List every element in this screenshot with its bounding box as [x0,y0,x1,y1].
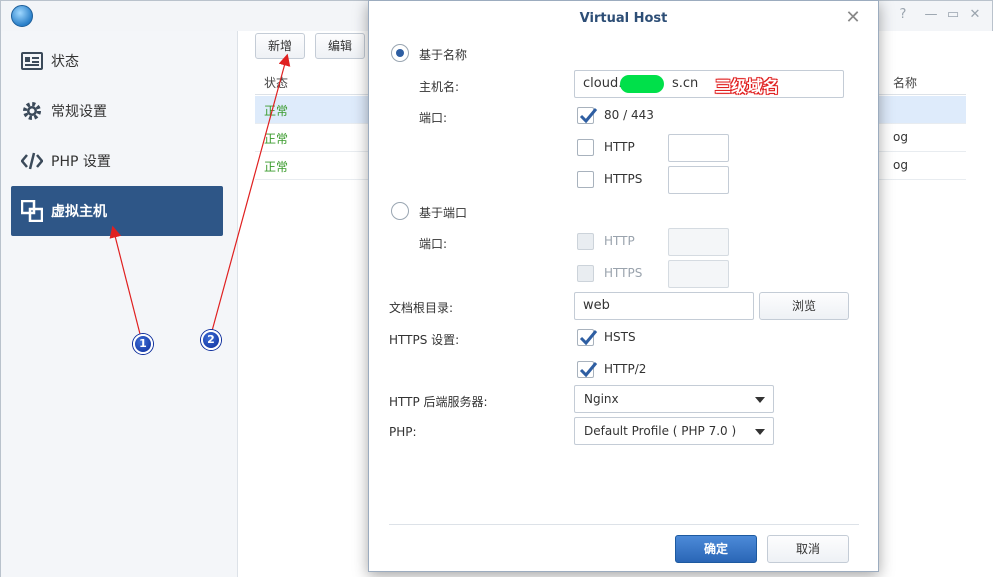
annotation-badge-1: 1 [133,334,153,354]
arrow-to-virtual-host [109,225,141,335]
arrow-to-add-button [211,53,291,332]
annotation-arrows [109,53,291,335]
annotation-badge-2: 2 [201,330,221,350]
